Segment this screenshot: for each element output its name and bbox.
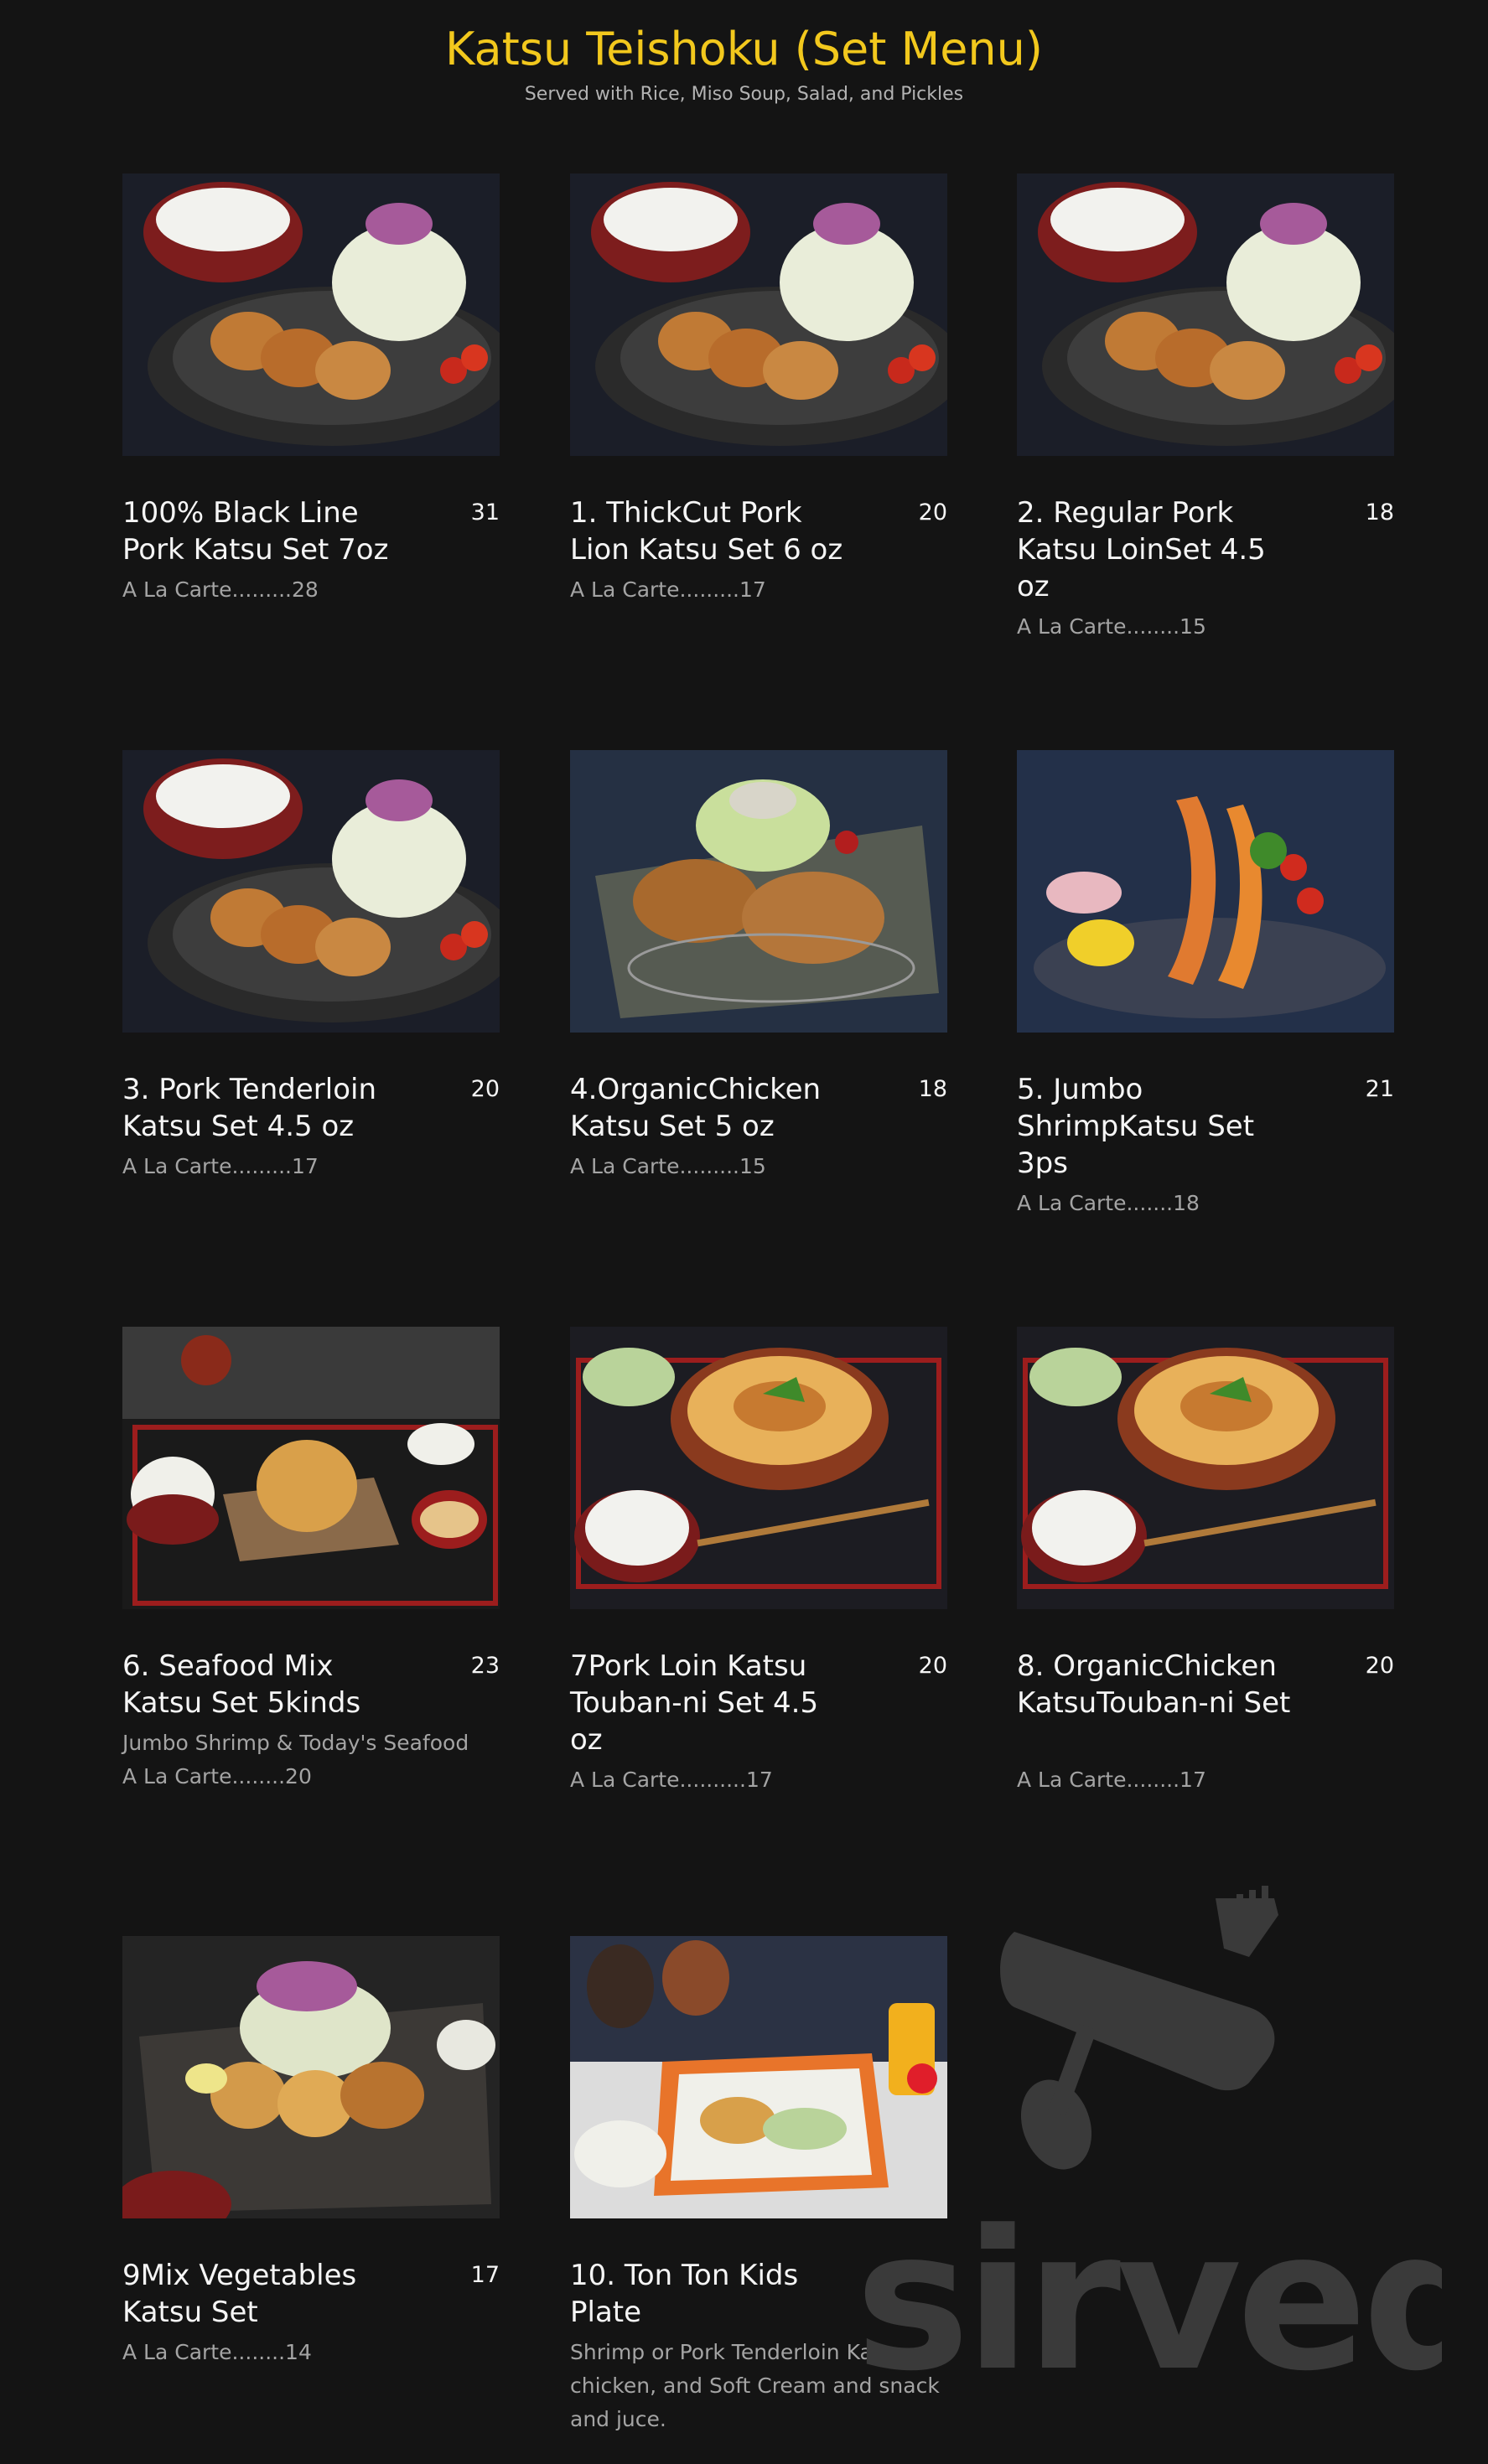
touban-ni-photo	[1017, 1327, 1394, 1609]
description-line: A La Carte..........17	[570, 1768, 773, 1792]
shrimp-katsu-photo	[1017, 750, 1394, 1033]
menu-item-description: A La Carte........15	[1017, 610, 1394, 644]
description-line: A La Carte.........17	[122, 1154, 319, 1178]
sirved-watermark: sirved	[855, 1886, 1442, 2384]
description-line: A La Carte.........28	[122, 577, 319, 602]
description-line: A La Carte........20	[122, 1764, 312, 1788]
pork-katsu-photo	[570, 173, 947, 456]
description-line: A La Carte.........17	[570, 577, 766, 602]
seafood-set-photo	[122, 1327, 500, 1609]
menu-item-description: A La Carte..........17	[570, 1763, 947, 1797]
menu-item-description: A La Carte.........15	[570, 1150, 947, 1183]
menu-item-description: Jumbo Shrimp & Today's Seafood A La Carte…	[122, 1726, 500, 1794]
menu-item-description: A La Carte........14	[122, 2336, 500, 2369]
menu-item-name: 8. OrganicChicken KatsuTouban-ni Set	[1017, 1649, 1291, 1720]
vegetable-katsu-photo	[122, 1936, 500, 2218]
menu-item-price: 23	[470, 1653, 500, 1679]
menu-item-name: 10. Ton Ton Kids Plate	[570, 2259, 799, 2329]
menu-item-description: A La Carte.......18	[1017, 1187, 1394, 1220]
description-line: A La Carte.........15	[570, 1154, 766, 1178]
menu-item-name: 2. Regular Pork Katsu LoinSet 4.5 oz	[1017, 496, 1266, 603]
pork-katsu-photo	[122, 173, 500, 456]
menu-item-price: 20	[1365, 1653, 1394, 1679]
menu-item-description: A La Carte.........28	[122, 573, 500, 607]
menu-item-price: 18	[918, 1076, 947, 1102]
menu-item-name: 9Mix Vegetables Katsu Set	[122, 2259, 357, 2329]
menu-item-name: 100% Black Line Pork Katsu Set 7oz	[122, 496, 389, 567]
menu-item-price: 20	[470, 1076, 500, 1102]
chicken-katsu-photo	[570, 750, 947, 1033]
watermark-text: sirved	[855, 2190, 1442, 2384]
description-line: and juce.	[570, 2407, 666, 2431]
menu-item-price: 20	[918, 500, 947, 525]
menu-item-name: 5. Jumbo ShrimpKatsu Set 3ps	[1017, 1073, 1255, 1180]
description-line: Jumbo Shrimp & Today's Seafood	[122, 1731, 469, 1755]
description-line: A La Carte.......18	[1017, 1191, 1200, 1215]
menu-item-price: 17	[470, 2262, 500, 2288]
menu-item-price: 20	[918, 1653, 947, 1679]
menu-item-description: A La Carte.........17	[122, 1150, 500, 1183]
pork-katsu-photo	[1017, 173, 1394, 456]
menu-item-description: A La Carte.........17	[570, 573, 947, 607]
menu-item-name: 3. Pork Tenderloin Katsu Set 4.5 oz	[122, 1073, 376, 1143]
menu-item-price: 31	[470, 500, 500, 525]
menu-item-name: 6. Seafood Mix Katsu Set 5kinds	[122, 1649, 361, 1720]
menu-item-description: A La Carte........17	[1017, 1763, 1394, 1797]
menu-item-price: 21	[1365, 1076, 1394, 1102]
menu-item-name: 4.OrganicChicken Katsu Set 5 oz	[570, 1073, 822, 1143]
menu-item-name: 1. ThickCut Pork Lion Katsu Set 6 oz	[570, 496, 843, 567]
description-line: A La Carte........17	[1017, 1768, 1206, 1792]
description-line: A La Carte........15	[1017, 614, 1206, 639]
menu-item-price: 18	[1365, 500, 1394, 525]
pork-katsu-photo	[122, 750, 500, 1033]
menu-item-name: 7Pork Loin Katsu Touban-ni Set 4.5 oz	[570, 1649, 819, 1757]
knife-fork-spoon-icon	[1000, 1886, 1278, 2170]
description-line: A La Carte........14	[122, 2340, 312, 2364]
touban-ni-photo	[570, 1327, 947, 1609]
